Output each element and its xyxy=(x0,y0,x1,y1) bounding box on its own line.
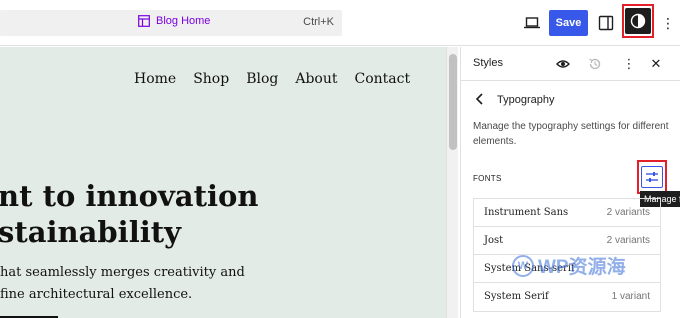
editor-top-bar: Blog Home Ctrl+K Save ⋮ xyxy=(0,0,680,46)
hero-paragraph-line-2: fine architectural excellence. xyxy=(0,287,193,302)
manage-fonts-button-inner xyxy=(641,166,663,188)
kebab-menu-icon: ⋮ xyxy=(622,56,636,71)
panel-title: Typography xyxy=(497,94,555,106)
font-list-item[interactable]: Jost 2 variants xyxy=(474,227,660,255)
editor-canvas[interactable]: Home Shop Blog About Contact nt to innov… xyxy=(0,47,446,318)
styles-button[interactable] xyxy=(622,4,654,38)
styles-contrast-icon xyxy=(630,13,646,29)
eye-icon xyxy=(556,60,570,68)
back-button[interactable] xyxy=(475,92,485,110)
watermark: W WP资源海 xyxy=(512,252,626,279)
fonts-section-label: FONTS xyxy=(473,174,502,183)
sidebar-options-button[interactable]: ⋮ xyxy=(620,55,638,73)
hero-heading[interactable]: nt to innovation stainability xyxy=(0,178,258,250)
template-icon xyxy=(138,15,150,27)
close-sidebar-button[interactable]: ✕ xyxy=(647,55,665,73)
sidebar-title: Styles xyxy=(473,57,503,69)
options-menu-button[interactable]: ⋮ xyxy=(660,10,676,36)
hero-heading-line-1: nt to innovation xyxy=(0,179,259,213)
revisions-button[interactable] xyxy=(586,55,604,73)
canvas-scrollbar-thumb[interactable] xyxy=(449,54,457,150)
nav-item-home[interactable]: Home xyxy=(134,71,176,87)
nav-item-blog[interactable]: Blog xyxy=(246,71,278,87)
manage-fonts-button[interactable] xyxy=(637,160,667,194)
styles-button-inner xyxy=(625,8,651,34)
hero-heading-line-2: stainability xyxy=(0,215,181,249)
nav-item-contact[interactable]: Contact xyxy=(355,71,411,87)
kebab-menu-icon: ⋮ xyxy=(661,14,675,31)
device-preview-button[interactable] xyxy=(520,10,544,36)
font-name: Instrument Sans xyxy=(484,207,569,218)
history-icon xyxy=(589,58,601,70)
font-variants: 2 variants xyxy=(606,235,650,246)
watermark-text: WP资源海 xyxy=(538,257,626,278)
chevron-left-icon xyxy=(475,93,483,105)
sidebar-header: Styles ⋮ ✕ xyxy=(461,47,680,81)
panel-description: Manage the typography settings for diffe… xyxy=(473,121,669,147)
sliders-icon xyxy=(646,172,658,182)
nav-item-about[interactable]: About xyxy=(295,71,337,87)
font-name: Jost xyxy=(484,235,504,246)
font-list-item[interactable]: System Serif 1 variant xyxy=(474,283,660,311)
font-variants: 1 variant xyxy=(611,291,650,302)
font-variants: 2 variants xyxy=(606,207,650,218)
style-book-button[interactable] xyxy=(554,55,572,73)
hero-paragraph-line-1: hat seamlessly merges creativity and xyxy=(0,265,245,280)
nav-item-shop[interactable]: Shop xyxy=(193,71,229,87)
document-title-label: Blog Home xyxy=(156,15,211,27)
close-icon: ✕ xyxy=(650,56,662,71)
document-title[interactable]: Blog Home xyxy=(138,15,210,27)
desktop-icon xyxy=(524,17,540,29)
sidebar-toggle-icon xyxy=(598,15,614,31)
settings-panel-toggle[interactable] xyxy=(594,10,618,36)
save-button[interactable]: Save xyxy=(549,10,588,36)
font-list-item[interactable]: Instrument Sans 2 variants xyxy=(474,199,660,227)
site-navigation: Home Shop Blog About Contact xyxy=(134,71,410,87)
font-name: System Serif xyxy=(484,291,549,302)
hero-paragraph[interactable]: hat seamlessly merges creativity and fin… xyxy=(0,262,245,306)
shortcut-hint: Ctrl+K xyxy=(303,16,334,28)
command-palette-bar[interactable]: Blog Home Ctrl+K xyxy=(0,10,342,36)
wordpress-logo-icon: W xyxy=(512,254,534,277)
